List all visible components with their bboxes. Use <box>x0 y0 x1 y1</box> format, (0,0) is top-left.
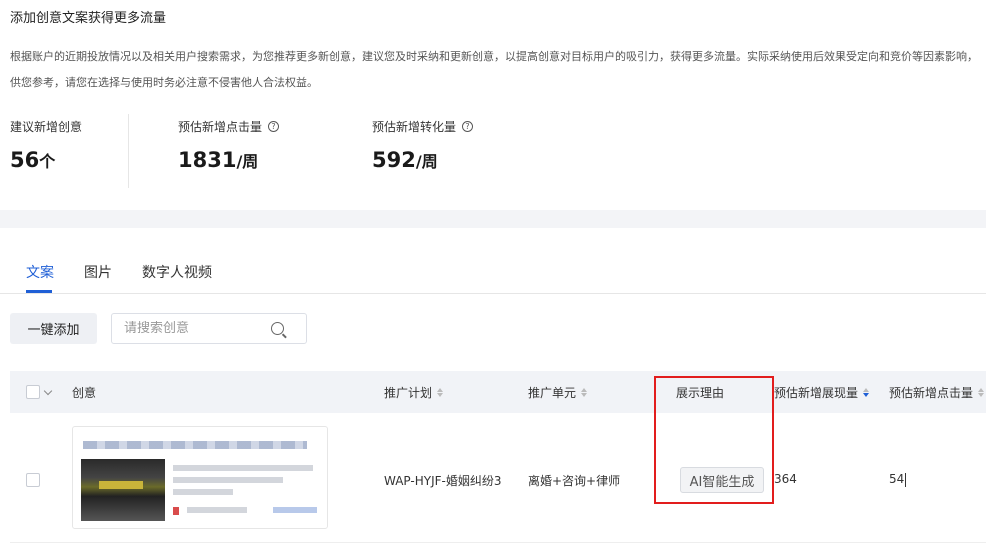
column-label: 创意 <box>72 386 97 400</box>
tab-copy[interactable]: 文案 <box>26 262 54 282</box>
search-box <box>111 313 307 344</box>
highlight-annotation-box <box>654 376 774 504</box>
stat-unit: /周 <box>236 152 259 171</box>
help-icon[interactable]: ? <box>268 121 280 132</box>
stat-label-text: 预估新增点击量 <box>178 120 263 134</box>
cell-plan: WAP-HYJF-婚姻纠纷3 <box>384 474 502 488</box>
cell-impressions: 364 <box>774 472 797 486</box>
section-separator <box>0 210 986 228</box>
column-plan[interactable]: 推广计划 <box>384 384 444 401</box>
stat-value-new-conversions: 592/周 <box>372 148 438 172</box>
blurred-text-line <box>173 489 233 495</box>
cell-clicks: 54 <box>889 472 907 487</box>
help-icon[interactable]: ? <box>462 121 474 132</box>
stat-value-new-creatives: 56个 <box>10 148 55 172</box>
description: 根据账户的近期投放情况以及相关用户搜索需求，为您推荐更多新创意，建议您及时采纳和… <box>10 44 986 96</box>
blurred-marker <box>173 507 179 515</box>
column-label: 预估新增点击量 <box>889 386 974 400</box>
sort-icon[interactable] <box>863 388 870 397</box>
select-all-checkbox-group <box>26 385 53 399</box>
column-label: 推广单元 <box>528 386 577 400</box>
sort-icon[interactable] <box>581 388 588 397</box>
add-all-button[interactable]: 一键添加 <box>10 313 97 344</box>
sort-icon[interactable] <box>978 388 985 397</box>
blurred-text-line <box>173 465 313 471</box>
description-line-2: 供您参考，请您在选择与使用时务必注意不侵害他人合法权益。 <box>10 76 318 89</box>
cell-clicks-value: 54 <box>889 472 905 486</box>
tab-images[interactable]: 图片 <box>84 262 112 282</box>
stat-divider <box>128 114 129 188</box>
creative-preview-card[interactable] <box>72 426 328 529</box>
sort-icon[interactable] <box>437 388 444 397</box>
stat-label-new-creatives: 建议新增创意 <box>10 118 82 135</box>
row-checkbox[interactable] <box>26 473 40 487</box>
column-clicks[interactable]: 预估新增点击量 <box>889 384 985 401</box>
select-all-checkbox[interactable] <box>26 385 40 399</box>
stat-unit: 个 <box>39 152 56 171</box>
cell-unit: 离婚+咨询+律师 <box>528 474 621 488</box>
search-icon[interactable] <box>271 322 284 335</box>
table-row: WAP-HYJF-婚姻纠纷3 离婚+咨询+律师 AI智能生成 364 54 <box>10 413 986 543</box>
column-label: 推广计划 <box>384 386 433 400</box>
stat-number: 56 <box>10 148 40 172</box>
stat-label-new-conversions: 预估新增转化量 ? <box>372 118 474 135</box>
active-tab-indicator <box>26 290 52 293</box>
blurred-link <box>273 507 317 513</box>
chevron-down-icon[interactable] <box>43 386 53 395</box>
stat-number: 1831 <box>178 148 237 172</box>
search-input[interactable] <box>124 321 264 336</box>
text-cursor <box>905 472 907 487</box>
table-header: 创意 推广计划 推广单元 展示理由 预估新增展现量 预估新增点击量 <box>10 371 986 413</box>
description-line-1: 根据账户的近期投放情况以及相关用户搜索需求，为您推荐更多新创意，建议您及时采纳和… <box>10 50 978 63</box>
tab-digital-human-video[interactable]: 数字人视频 <box>142 262 212 282</box>
column-unit[interactable]: 推广单元 <box>528 384 588 401</box>
stat-unit: /周 <box>415 152 438 171</box>
blurred-text-line <box>173 477 283 483</box>
creative-thumbnail <box>81 459 165 521</box>
column-label: 预估新增展现量 <box>774 386 859 400</box>
stat-label-new-clicks: 预估新增点击量 ? <box>178 118 280 135</box>
blurred-text-line <box>187 507 247 513</box>
column-impressions[interactable]: 预估新增展现量 <box>774 384 870 401</box>
blurred-creative-title <box>83 441 307 449</box>
stat-number: 592 <box>372 148 416 172</box>
page-title: 添加创意文案获得更多流量 <box>10 11 167 26</box>
column-creative: 创意 <box>72 384 96 401</box>
tab-bar: 文案 图片 数字人视频 <box>0 258 986 294</box>
stat-label-text: 建议新增创意 <box>10 120 83 134</box>
stat-value-new-clicks: 1831/周 <box>178 148 258 172</box>
stat-label-text: 预估新增转化量 <box>372 120 457 134</box>
